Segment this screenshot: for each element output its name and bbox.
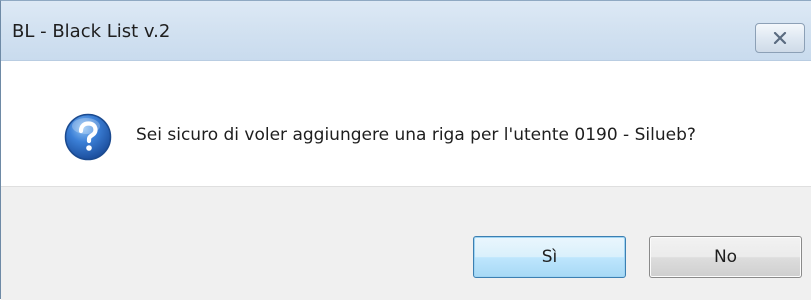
message-area: Sei sicuro di voler aggiungere una riga … [1,61,811,186]
button-bar: Sì No [1,186,811,300]
question-icon [64,113,112,161]
yes-button[interactable]: Sì [473,236,626,278]
window-title: BL - Black List v.2 [12,21,171,42]
close-button[interactable] [755,23,805,53]
title-bar[interactable]: BL - Black List v.2 [1,1,811,61]
no-button[interactable]: No [649,236,802,278]
dialog-window: BL - Black List v.2 Sei sicuro di voler … [0,0,811,300]
close-icon [773,32,787,44]
confirmation-message: Sei sicuro di voler aggiungere una riga … [136,125,696,145]
